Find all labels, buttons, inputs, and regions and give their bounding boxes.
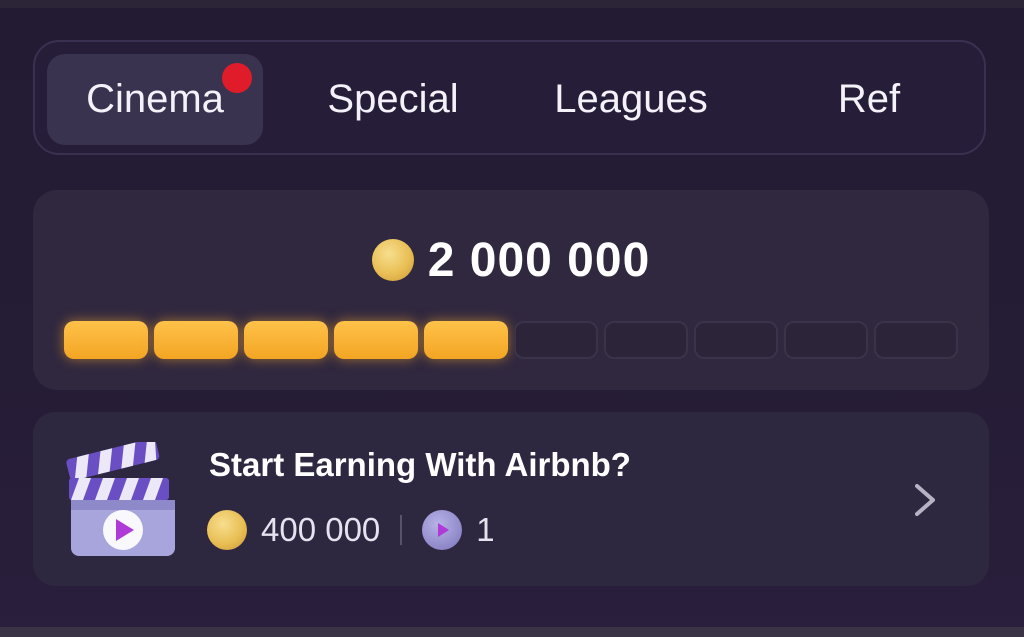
tab-bar: Cinema Special Leagues Ref (33, 40, 986, 155)
tab-ref[interactable]: Ref (751, 54, 987, 145)
clapperboard-icon (66, 442, 175, 556)
balance-value: 2 000 000 (427, 233, 651, 287)
progress-segment-filled (334, 321, 418, 359)
balance-row: 2 000 000 (33, 230, 989, 290)
coin-icon (207, 510, 247, 550)
progress-segment-filled (64, 321, 148, 359)
bottom-edge (0, 627, 1024, 637)
progress-segment-filled (424, 321, 508, 359)
divider (400, 515, 403, 545)
play-ticket-icon (422, 510, 463, 550)
progress-segment-empty (604, 321, 688, 359)
tab-leagues-label: Leagues (554, 77, 708, 121)
coin-icon (371, 239, 414, 281)
progress-segment-empty (694, 321, 778, 359)
top-edge (0, 0, 1024, 8)
tab-cinema-label: Cinema (86, 77, 224, 121)
chevron-right-icon[interactable] (911, 480, 939, 520)
progress-segment-empty (514, 321, 598, 359)
notification-dot (222, 63, 252, 93)
tab-ref-label: Ref (837, 77, 901, 121)
progress-bar (64, 321, 959, 359)
task-card[interactable]: Start Earning With Airbnb? 400 000 1 (33, 412, 989, 586)
tab-special[interactable]: Special (275, 54, 511, 145)
coin-reward: 400 000 (261, 511, 381, 548)
progress-segment-empty (874, 321, 958, 359)
balance-card: 2 000 000 (33, 190, 989, 390)
tab-special-label: Special (327, 77, 459, 121)
progress-segment-filled (154, 321, 238, 359)
progress-segment-filled (244, 321, 328, 359)
tab-leagues[interactable]: Leagues (513, 54, 749, 145)
task-title: Start Earning With Airbnb? (209, 446, 631, 483)
progress-segment-empty (784, 321, 868, 359)
reward-row: 400 000 1 (207, 508, 495, 552)
ticket-reward: 1 (476, 511, 495, 548)
